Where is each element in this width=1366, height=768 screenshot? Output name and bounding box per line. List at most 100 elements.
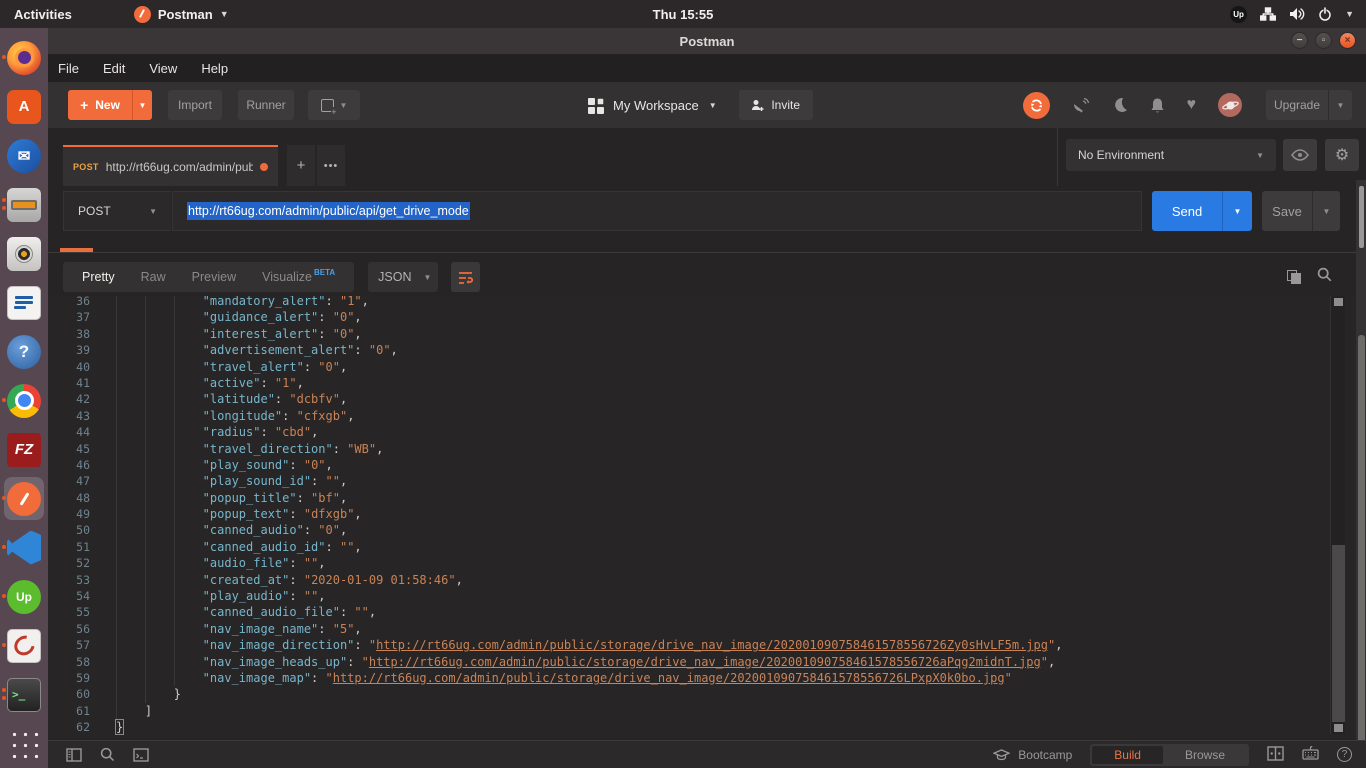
- plus-icon: +: [80, 97, 88, 113]
- save-button[interactable]: Save: [1262, 191, 1312, 231]
- show-applications-button[interactable]: [0, 719, 48, 768]
- shortcuts-button[interactable]: [1302, 746, 1319, 763]
- response-body[interactable]: 36"mandatory_alert": "1",37"guidance_ale…: [48, 296, 1366, 740]
- help-button[interactable]: ?: [1337, 747, 1352, 762]
- dock-item-firefox[interactable]: [0, 33, 48, 82]
- response-scrollbar[interactable]: [1330, 296, 1345, 734]
- power-icon[interactable]: [1318, 7, 1332, 21]
- window-titlebar[interactable]: Postman − ▫ ×: [48, 28, 1366, 54]
- send-button[interactable]: Send: [1152, 191, 1222, 231]
- tab-options-button[interactable]: •••: [317, 145, 345, 186]
- bootcamp-button[interactable]: Bootcamp: [993, 748, 1072, 762]
- menu-edit[interactable]: Edit: [103, 61, 125, 76]
- environment-preview-button[interactable]: [1283, 139, 1317, 171]
- two-pane-button[interactable]: [1267, 746, 1284, 764]
- code-line: 59"nav_image_map": "http://rt66ug.com/ad…: [48, 670, 1366, 686]
- browse-tab[interactable]: Browse: [1163, 746, 1247, 764]
- invite-button[interactable]: Invite: [739, 90, 813, 120]
- upgrade-button[interactable]: Upgrade: [1266, 90, 1328, 120]
- ubuntu-top-bar: Activities Postman ▼ Thu 15:55 Up ▼: [0, 0, 1366, 28]
- dock-item-rhythmbox[interactable]: [0, 229, 48, 278]
- tab-preview[interactable]: Preview: [179, 262, 249, 292]
- dock-item-postman[interactable]: [0, 474, 48, 523]
- menu-help[interactable]: Help: [201, 61, 228, 76]
- dock-item-thunderbird[interactable]: ✉: [0, 131, 48, 180]
- format-select[interactable]: JSON ▼: [368, 262, 438, 292]
- scrollbar-top-cap[interactable]: [1334, 298, 1343, 306]
- divider: [48, 252, 1366, 253]
- response-link[interactable]: http://rt66ug.com/admin/public/storage/d…: [369, 655, 1041, 669]
- dock-item-help[interactable]: ?: [0, 327, 48, 376]
- new-window-button[interactable]: ▼: [308, 90, 360, 120]
- eye-icon: [1291, 149, 1309, 161]
- menu-file[interactable]: File: [58, 61, 79, 76]
- sidebar-toggle-button[interactable]: [66, 748, 82, 762]
- console-button[interactable]: [133, 748, 149, 762]
- workspace-switcher[interactable]: My Workspace ▼ Invite: [588, 82, 813, 128]
- upgrade-dropdown-button[interactable]: ▼: [1328, 90, 1352, 120]
- wrench-icon[interactable]: [1112, 97, 1128, 114]
- code-line: 45"travel_direction": "WB",: [48, 441, 1366, 457]
- upwork-tray-icon[interactable]: Up: [1230, 6, 1247, 23]
- find-button[interactable]: [100, 747, 115, 762]
- method-select[interactable]: POST ▼: [63, 191, 171, 231]
- settings-button[interactable]: ⚙: [1325, 139, 1359, 171]
- new-dropdown-button[interactable]: ▼: [132, 90, 152, 120]
- tab-raw[interactable]: Raw: [128, 262, 179, 292]
- new-window-icon: [321, 99, 334, 112]
- dock-item-files[interactable]: [0, 180, 48, 229]
- code-line: 53"created_at": "2020-01-09 01:58:46",: [48, 572, 1366, 588]
- close-button[interactable]: ×: [1339, 32, 1356, 49]
- response-scrollbar-thumb[interactable]: [1332, 545, 1345, 722]
- tab-visualize[interactable]: VisualizeBETA: [249, 262, 348, 292]
- dock-item-filezilla[interactable]: FZ: [0, 425, 48, 474]
- window-scrollbar[interactable]: [1356, 180, 1366, 768]
- app-menu[interactable]: Postman ▼: [134, 6, 229, 23]
- minimize-button[interactable]: −: [1291, 32, 1308, 49]
- save-dropdown-button[interactable]: ▼: [1312, 191, 1340, 231]
- new-button[interactable]: +New: [68, 90, 132, 120]
- code-line: 46"play_sound": "0",: [48, 457, 1366, 473]
- build-tab[interactable]: Build: [1092, 746, 1163, 764]
- wrap-lines-button[interactable]: [451, 262, 480, 292]
- sync-button[interactable]: [1023, 92, 1050, 119]
- activities-button[interactable]: Activities: [0, 7, 86, 22]
- dock-item-swirl-app[interactable]: [0, 621, 48, 670]
- window-scrollbar-thumb-upper[interactable]: [1359, 186, 1364, 248]
- heart-icon[interactable]: ♥: [1187, 96, 1197, 114]
- satellite-icon[interactable]: [1072, 97, 1090, 114]
- tray-chevron-icon[interactable]: ▼: [1345, 9, 1354, 19]
- copy-button[interactable]: [1287, 270, 1301, 284]
- menu-view[interactable]: View: [149, 61, 177, 76]
- dock-item-vscode[interactable]: [0, 523, 48, 572]
- response-link[interactable]: http://rt66ug.com/admin/public/storage/d…: [376, 638, 1048, 652]
- dock-item-ubuntu-software[interactable]: A: [0, 82, 48, 131]
- volume-icon[interactable]: [1289, 7, 1305, 21]
- maximize-button[interactable]: ▫: [1315, 32, 1332, 49]
- code-line: 37"guidance_alert": "0",: [48, 309, 1366, 325]
- environment-select[interactable]: No Environment ▼: [1066, 139, 1276, 171]
- send-dropdown-button[interactable]: ▼: [1222, 191, 1252, 231]
- bell-icon[interactable]: [1150, 97, 1165, 114]
- postman-dock-icon: [7, 482, 41, 516]
- beta-badge: BETA: [314, 268, 335, 277]
- planet-icon: [1222, 99, 1239, 112]
- window-scrollbar-thumb[interactable]: [1358, 335, 1365, 760]
- dock-item-upwork[interactable]: Up: [0, 572, 48, 621]
- chevron-down-icon: ▼: [139, 101, 147, 110]
- response-link[interactable]: http://rt66ug.com/admin/public/storage/d…: [333, 671, 1005, 685]
- request-tab[interactable]: POST http://rt66ug.com/admin/publ...: [63, 145, 278, 186]
- avatar[interactable]: [1218, 93, 1242, 117]
- dock-item-libreoffice-writer[interactable]: [0, 278, 48, 327]
- network-icon[interactable]: [1260, 7, 1276, 21]
- search-response-button[interactable]: [1317, 267, 1332, 287]
- import-button[interactable]: Import: [168, 90, 222, 120]
- runner-button[interactable]: Runner: [238, 90, 294, 120]
- dock-item-chrome[interactable]: [0, 376, 48, 425]
- add-tab-button[interactable]: +: [287, 145, 315, 186]
- dock-item-terminal[interactable]: >_: [0, 670, 48, 719]
- url-input[interactable]: http://rt66ug.com/admin/public/api/get_d…: [172, 191, 1142, 231]
- code-line: 50"canned_audio": "0",: [48, 522, 1366, 538]
- scrollbar-bottom-cap[interactable]: [1334, 724, 1343, 732]
- tab-pretty[interactable]: Pretty: [69, 262, 128, 292]
